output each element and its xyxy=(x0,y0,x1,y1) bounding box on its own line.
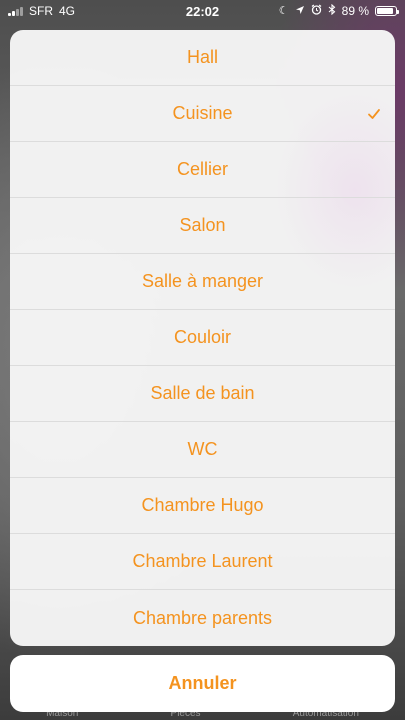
battery-percentage: 89 % xyxy=(341,4,369,18)
room-option-label: Hall xyxy=(186,47,218,67)
room-option-label: Chambre parents xyxy=(132,607,273,628)
status-bar: SFR 4G 22:02 ☾ 89 % xyxy=(0,0,405,22)
room-option-chambre-parents[interactable]: Chambre parents xyxy=(10,590,395,646)
carrier-label: SFR xyxy=(29,4,53,18)
room-picker-sheet: Hall Cuisine Cellier Salon Salle à mange… xyxy=(10,30,395,646)
network-label: 4G xyxy=(59,4,76,18)
room-option-hall[interactable]: Hall xyxy=(10,30,395,86)
room-option-cuisine[interactable]: Cuisine xyxy=(10,86,395,142)
cancel-button[interactable]: Annuler xyxy=(10,655,395,712)
room-option-wc[interactable]: WC xyxy=(10,422,395,478)
room-option-label: Couloir xyxy=(173,327,232,347)
room-option-label: Cuisine xyxy=(172,103,233,123)
room-option-chambre-laurent[interactable]: Chambre Laurent xyxy=(10,534,395,590)
room-option-label: Cellier xyxy=(176,159,228,179)
room-option-salon[interactable]: Salon xyxy=(10,198,395,254)
room-option-label: Chambre Laurent xyxy=(132,551,273,571)
room-option-label: Salle de bain xyxy=(150,383,255,403)
room-option-salle-a-manger[interactable]: Salle à manger xyxy=(10,254,395,310)
room-option-label: WC xyxy=(187,439,218,459)
signal-strength-icon xyxy=(8,6,23,16)
alarm-icon xyxy=(311,4,322,18)
battery-icon xyxy=(375,6,399,16)
room-option-label: Chambre Hugo xyxy=(141,495,264,515)
battery-level-fill xyxy=(377,8,394,14)
status-right: ☾ 89 % xyxy=(278,3,399,18)
room-option-cellier[interactable]: Cellier xyxy=(10,142,395,198)
room-option-salle-de-bain[interactable]: Salle de bain xyxy=(10,366,395,422)
location-icon xyxy=(295,5,305,18)
checkmark-icon xyxy=(368,108,380,119)
moon-icon: ☾ xyxy=(278,4,289,17)
room-option-chambre-hugo[interactable]: Chambre Hugo xyxy=(10,478,395,534)
status-left: SFR 4G xyxy=(8,4,75,18)
room-option-label: Salon xyxy=(179,215,226,235)
bluetooth-icon xyxy=(328,3,336,18)
room-option-couloir[interactable]: Couloir xyxy=(10,310,395,366)
room-option-label: Salle à manger xyxy=(141,271,264,291)
